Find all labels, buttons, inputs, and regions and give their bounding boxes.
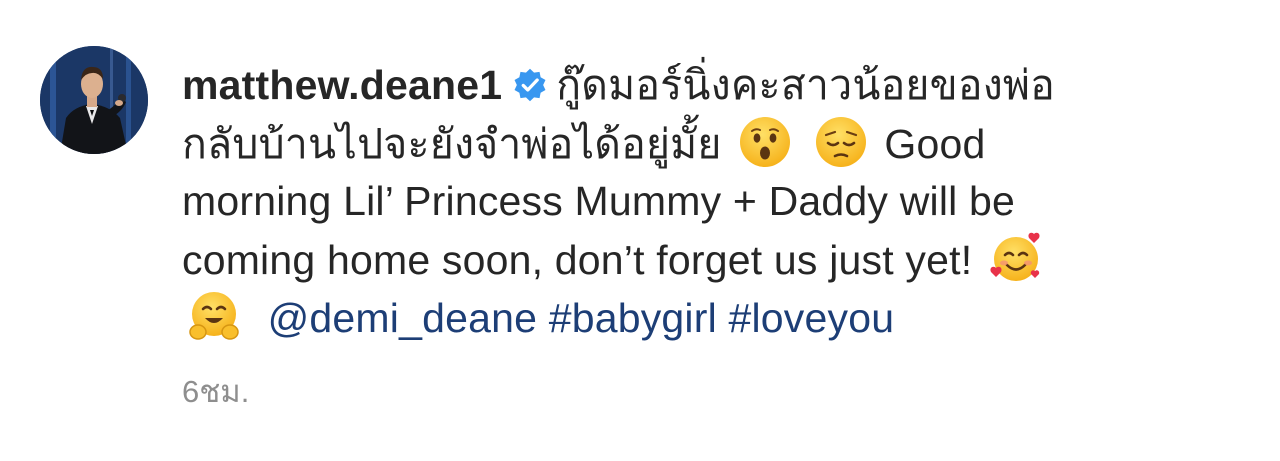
comment-caption: matthew.deane1 กู๊ดมอร์นิ่งคะสาวน้อยของพ…	[182, 56, 1242, 346]
caption-line-5: @demi_deane #babygirl #loveyou	[182, 288, 1242, 346]
caption-thai-line-2: กลับบ้านไปจะยังจำพ่อได้อยู่มั้ย	[182, 121, 722, 167]
hushed-face-emoji	[740, 117, 791, 167]
smiling-face-with-hearts-emoji	[990, 232, 1040, 281]
caption-english-line-4: coming home soon, don’t forget us just y…	[182, 237, 973, 283]
profile-photo	[40, 46, 148, 154]
pensive-face-emoji	[815, 117, 866, 167]
caption-line-3: morning Lil’ Princess Mummy + Daddy will…	[182, 178, 1016, 224]
instagram-comment: matthew.deane1 กู๊ดมอร์นิ่งคะสาวน้อยของพ…	[0, 0, 1280, 461]
hashtag-loveyou-link[interactable]: #loveyou	[728, 295, 894, 341]
caption-line-2: กลับบ้านไปจะยังจำพ่อได้อยู่มั้ย Good	[182, 114, 1242, 172]
username-link[interactable]: matthew.deane1	[182, 62, 502, 108]
mention-link[interactable]: @demi_deane	[268, 295, 538, 341]
caption-thai-line-1: กู๊ดมอร์นิ่งคะสาวน้อยของพ่อ	[556, 62, 1055, 108]
caption-english-start: Good	[884, 121, 986, 167]
caption-line-4: coming home soon, don’t forget us just y…	[182, 230, 1242, 288]
avatar[interactable]	[40, 46, 148, 154]
verified-badge-icon	[514, 68, 546, 102]
timestamp[interactable]: 6ชม.	[182, 366, 249, 416]
caption-line-1: matthew.deane1 กู๊ดมอร์นิ่งคะสาวน้อยของพ…	[182, 56, 1242, 114]
hashtag-babygirl-link[interactable]: #babygirl	[549, 295, 717, 341]
hugging-face-emoji	[189, 292, 239, 340]
